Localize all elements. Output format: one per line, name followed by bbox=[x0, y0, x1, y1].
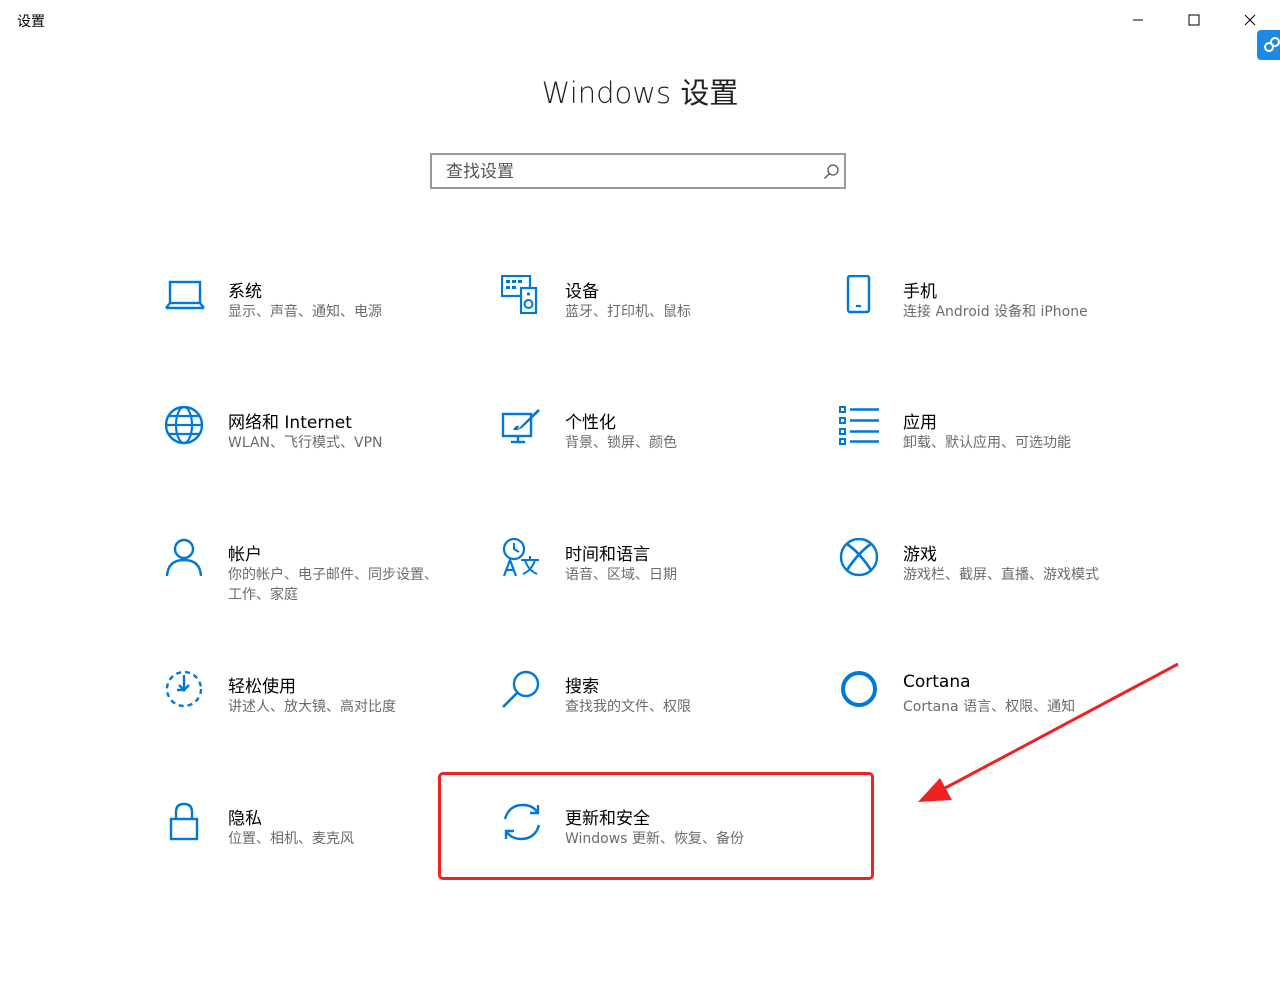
tile-subtitle: 背景、锁屏、颜色 bbox=[565, 435, 677, 451]
tile-title: 网络和 Internet bbox=[228, 413, 352, 433]
tile-title: 搜索 bbox=[565, 677, 599, 697]
person-icon bbox=[165, 538, 203, 577]
tile-devices[interactable]: 设备 蓝牙、打印机、鼠标 bbox=[501, 275, 801, 365]
lock-icon bbox=[169, 802, 199, 841]
tile-subtitle: 位置、相机、麦克风 bbox=[228, 831, 354, 847]
tile-subtitle: 显示、声音、通知、电源 bbox=[228, 304, 382, 320]
tile-search[interactable]: 搜索 查找我的文件、权限 bbox=[501, 670, 801, 760]
globe-icon bbox=[164, 406, 204, 445]
tile-phone[interactable]: 手机 连接 Android 设备和 iPhone bbox=[839, 275, 1139, 365]
tile-title: 轻松使用 bbox=[228, 677, 296, 697]
tile-subtitle: WLAN、飞行模式、VPN bbox=[228, 435, 383, 451]
tile-title: 手机 bbox=[903, 282, 937, 302]
tile-title: 个性化 bbox=[565, 413, 616, 433]
window-title: 设置 bbox=[17, 14, 45, 30]
tile-subtitle: 蓝牙、打印机、鼠标 bbox=[565, 304, 691, 320]
tile-ease-of-access[interactable]: 轻松使用 讲述人、放大镜、高对比度 bbox=[164, 670, 464, 760]
tile-title: 系统 bbox=[228, 282, 262, 302]
tile-privacy[interactable]: 隐私 位置、相机、麦克风 bbox=[164, 802, 464, 892]
tile-subtitle: 查找我的文件、权限 bbox=[565, 699, 691, 715]
tile-title: 隐私 bbox=[228, 809, 262, 829]
tile-subtitle: 语音、区域、日期 bbox=[565, 567, 677, 583]
side-widget-button[interactable] bbox=[1257, 30, 1280, 60]
tile-system[interactable]: 系统 显示、声音、通知、电源 bbox=[164, 275, 464, 365]
minimize-button[interactable] bbox=[1110, 0, 1166, 40]
phone-icon bbox=[846, 275, 871, 314]
search-box[interactable] bbox=[430, 153, 846, 189]
cortana-icon bbox=[841, 671, 877, 707]
highlight-box bbox=[438, 772, 874, 880]
tile-subtitle: 卸载、默认应用、可选功能 bbox=[903, 435, 1071, 451]
title-bar: 设置 bbox=[0, 0, 1280, 40]
annotation-arrow-icon bbox=[918, 662, 1179, 802]
tile-title: 时间和语言 bbox=[565, 545, 650, 565]
tile-apps[interactable]: 应用 卸载、默认应用、可选功能 bbox=[839, 406, 1139, 496]
search-input[interactable] bbox=[446, 162, 806, 182]
ease-of-access-icon bbox=[165, 670, 203, 708]
tile-gaming[interactable]: 游戏 游戏栏、截屏、直播、游戏模式 bbox=[839, 538, 1139, 628]
minimize-icon bbox=[1133, 19, 1143, 21]
maximize-button[interactable] bbox=[1166, 0, 1222, 40]
tile-title: 帐户 bbox=[228, 545, 262, 565]
tile-accounts[interactable]: 帐户 你的帐户、电子邮件、同步设置、工作、家庭 bbox=[164, 538, 464, 628]
tile-subtitle: 连接 Android 设备和 iPhone bbox=[903, 304, 1088, 320]
tile-subtitle: 你的帐户、电子邮件、同步设置、工作、家庭 bbox=[228, 567, 438, 603]
laptop-icon bbox=[165, 280, 205, 310]
tile-title: 游戏 bbox=[903, 545, 937, 565]
time-language-icon bbox=[502, 538, 539, 577]
xbox-icon bbox=[839, 538, 879, 577]
tile-time-language[interactable]: 时间和语言 语音、区域、日期 bbox=[501, 538, 801, 628]
keyboard-speaker-icon bbox=[501, 275, 538, 315]
tile-subtitle: 讲述人、放大镜、高对比度 bbox=[228, 699, 396, 715]
tile-personalization[interactable]: 个性化 背景、锁屏、颜色 bbox=[501, 406, 801, 496]
apps-list-icon bbox=[839, 406, 879, 445]
tile-title: 设备 bbox=[565, 282, 599, 302]
tile-subtitle: 游戏栏、截屏、直播、游戏模式 bbox=[903, 567, 1099, 583]
maximize-icon bbox=[1188, 14, 1200, 26]
close-icon bbox=[1244, 14, 1256, 26]
search-icon bbox=[502, 670, 540, 708]
link-icon bbox=[1264, 37, 1280, 52]
tile-title: 应用 bbox=[903, 413, 937, 433]
search-icon[interactable] bbox=[822, 163, 840, 181]
paint-brush-icon bbox=[501, 409, 540, 444]
tile-network[interactable]: 网络和 Internet WLAN、飞行模式、VPN bbox=[164, 406, 464, 496]
page-title: Windows 设置 bbox=[541, 76, 739, 110]
